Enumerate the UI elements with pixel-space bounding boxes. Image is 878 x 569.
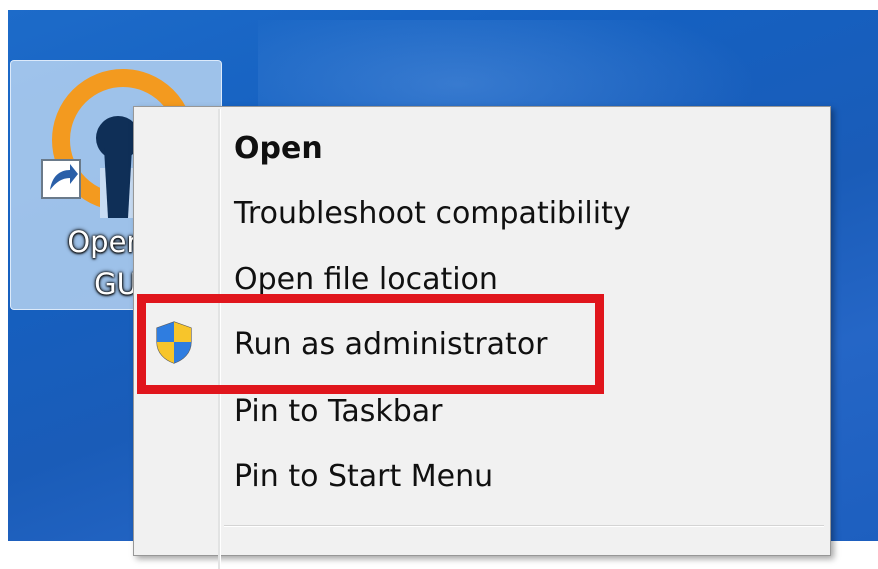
menu-item-open[interactable]: Open [234, 119, 824, 179]
top-strip [0, 0, 878, 10]
menu-item-troubleshoot-compatibility[interactable]: Troubleshoot compatibility [234, 184, 824, 244]
menu-item-pin-to-start-menu[interactable]: Pin to Start Menu [234, 447, 824, 507]
menu-separator [224, 525, 824, 527]
annotation-highlight-box [137, 294, 604, 394]
shortcut-arrow-icon [41, 159, 81, 199]
